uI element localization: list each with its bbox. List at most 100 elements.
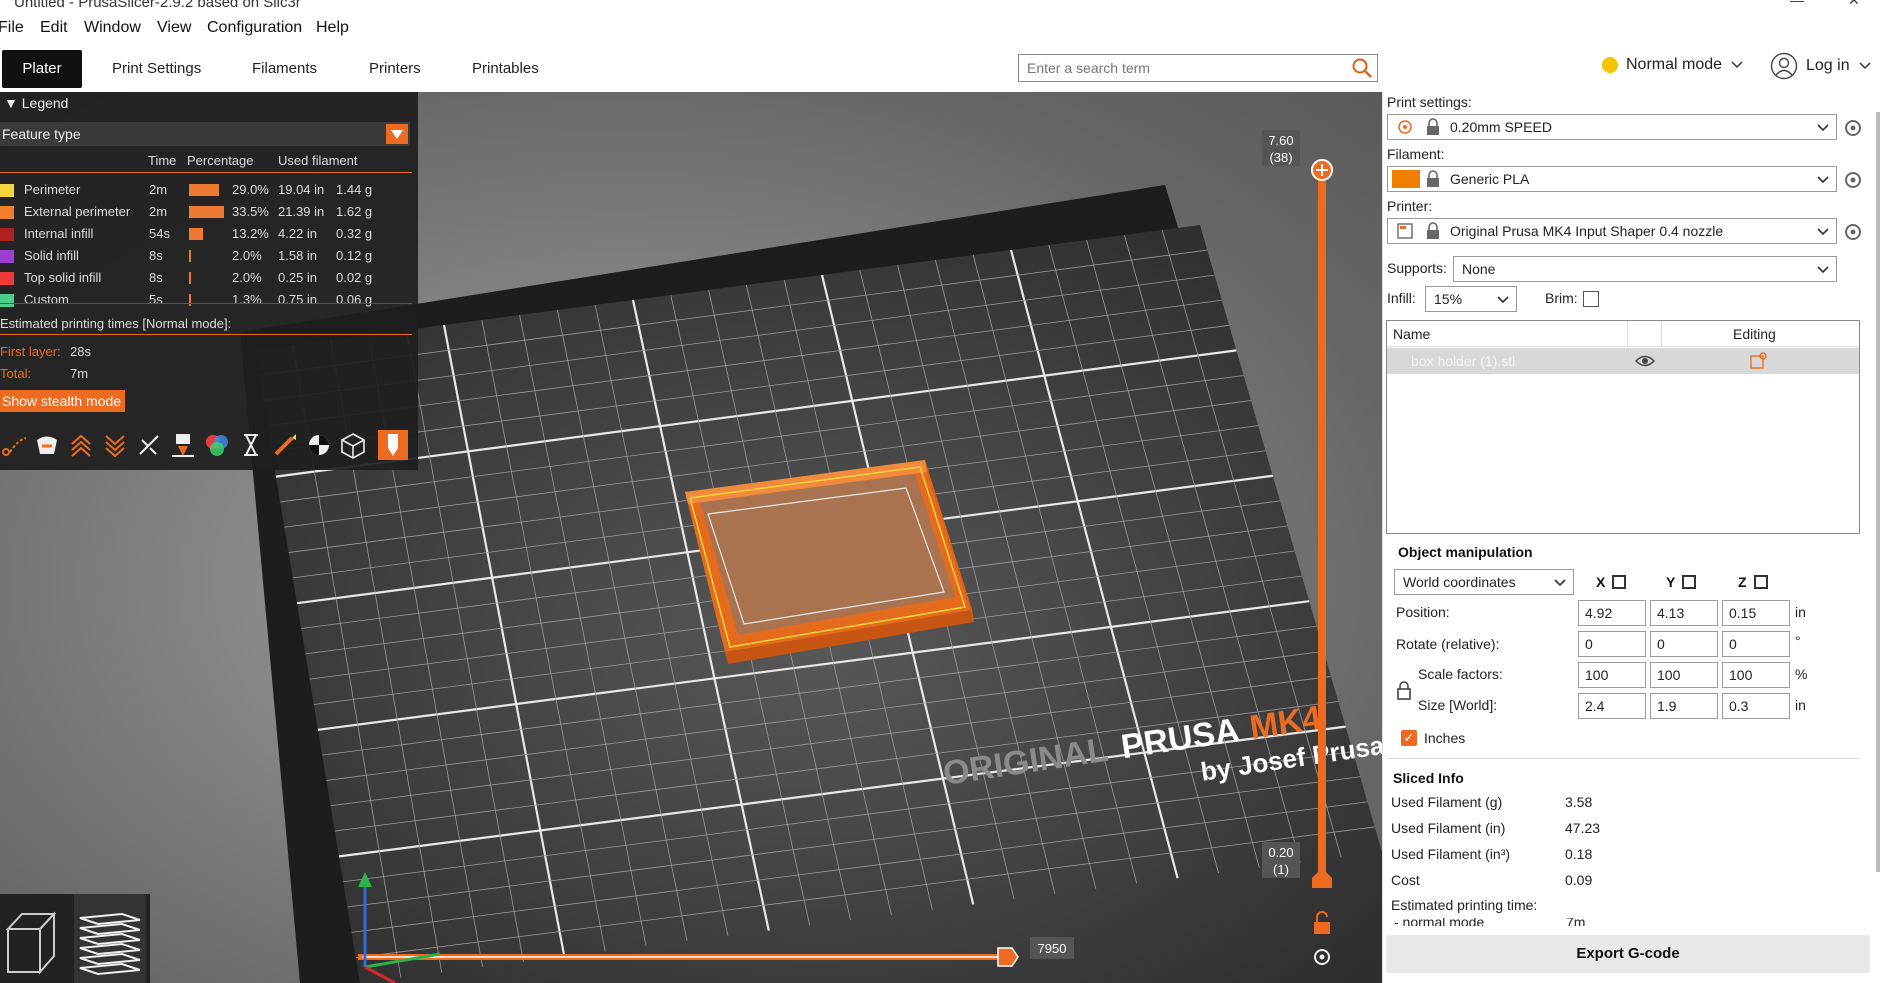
filament-combo[interactable]: Generic PLA (1387, 166, 1837, 192)
infill-combo[interactable]: 15% (1425, 286, 1517, 312)
size-unit: in (1795, 697, 1806, 713)
scale-x-input[interactable]: 100 (1578, 662, 1646, 688)
brim-label: Brim: (1545, 290, 1578, 306)
brim-checkbox[interactable] (1583, 291, 1599, 307)
drop-to-bed-y-icon[interactable] (1682, 575, 1696, 589)
print-settings-edit-icon[interactable] (1843, 118, 1863, 138)
shells-icon[interactable] (338, 430, 368, 460)
retractions-icon[interactable] (66, 430, 96, 460)
search-input[interactable] (1019, 55, 1339, 81)
object-row[interactable]: box holder (1).stl (1387, 348, 1859, 374)
legend-row[interactable]: External perimeter 2m 33.5% 21.39 in 1.62 g (0, 202, 412, 222)
legend-length: 0.25 in (278, 270, 318, 285)
size-z-input[interactable]: 0.3 (1722, 693, 1790, 719)
legend-percentage-bar (189, 184, 219, 196)
show-stealth-mode-button[interactable]: Show stealth mode (0, 390, 125, 412)
scale-y-input[interactable]: 100 (1650, 662, 1718, 688)
filament-edit-icon[interactable] (1843, 170, 1863, 190)
tab-print-settings[interactable]: Print Settings (100, 50, 213, 88)
minimize-icon[interactable]: — (1790, 0, 1804, 8)
menu-help[interactable]: Help (316, 19, 349, 37)
color-changes-icon[interactable] (202, 430, 232, 460)
menu-configuration[interactable]: Configuration (207, 19, 302, 37)
tool-changes-icon[interactable] (168, 430, 198, 460)
search-icon[interactable] (1351, 57, 1373, 79)
rotate-x-input[interactable]: 0 (1578, 631, 1646, 657)
menu-edit[interactable]: Edit (40, 19, 68, 37)
legend-color-swatch (0, 228, 14, 241)
deretractions-icon[interactable] (100, 430, 130, 460)
view-type-toggle (0, 894, 150, 983)
printer-label: Printer: (1387, 198, 1433, 214)
legend-row[interactable]: Solid infill 8s 2.0% 1.58 in 0.12 g (0, 246, 412, 266)
center-of-gravity-icon[interactable] (304, 430, 334, 460)
position-z-input[interactable]: 0.15 (1722, 600, 1790, 626)
sliced-info-label: Used Filament (in³) (1391, 846, 1511, 862)
menu-view[interactable]: View (157, 19, 191, 37)
menu-bar: File Edit Window View Configuration Help (0, 16, 1895, 42)
custom-gcodes-icon[interactable] (270, 430, 300, 460)
legend-percentage-bar (189, 294, 191, 306)
print-settings-combo[interactable]: 0.20mm SPEED (1387, 114, 1837, 140)
rotate-z-input[interactable]: 0 (1722, 631, 1790, 657)
3d-view-icon[interactable] (0, 894, 72, 983)
tab-filaments[interactable]: Filaments (240, 50, 329, 88)
legend-feature-name: Top solid infill (24, 270, 102, 285)
inches-checkbox[interactable]: ✓ (1401, 730, 1417, 746)
name-column-header[interactable]: Name (1393, 326, 1430, 342)
export-gcode-button[interactable]: Export G-code (1386, 935, 1870, 973)
size-x-input[interactable]: 2.4 (1578, 693, 1646, 719)
menu-file[interactable]: File (0, 19, 24, 37)
drop-to-bed-x-icon[interactable] (1612, 575, 1626, 589)
legend-row[interactable]: Top solid infill 8s 2.0% 0.25 in 0.02 g (0, 268, 412, 288)
legend-row[interactable]: Custom 5s 1.3% 0.75 in 0.06 g (0, 290, 412, 310)
position-y-input[interactable]: 4.13 (1650, 600, 1718, 626)
preview-layers-icon[interactable] (74, 894, 146, 983)
tool-marker-icon[interactable] (378, 430, 408, 460)
sliced-info-value: 0.18 (1565, 846, 1593, 862)
scale-unit: % (1795, 666, 1808, 682)
tab-printables[interactable]: Printables (460, 50, 551, 88)
close-icon[interactable]: ✕ (1848, 0, 1860, 9)
legend-percentage: 29.0% (232, 182, 269, 197)
pause-prints-icon[interactable] (236, 430, 266, 460)
rotate-y-input[interactable]: 0 (1650, 631, 1718, 657)
editing-column-header[interactable]: Editing (1733, 326, 1776, 342)
legend-percentage: 2.0% (232, 248, 262, 263)
seams-icon[interactable] (134, 430, 164, 460)
tab-printers[interactable]: Printers (357, 50, 433, 88)
object-name: box holder (1).stl (1411, 353, 1516, 369)
scale-lock-icon[interactable] (1396, 680, 1412, 700)
y-axis-label: Y (1666, 574, 1676, 590)
scale-z-input[interactable]: 100 (1722, 662, 1790, 688)
object-manipulation-title: Object manipulation (1398, 544, 1533, 560)
coordinates-combo[interactable]: World coordinates (1394, 569, 1574, 595)
scrollbar-track[interactable] (1876, 112, 1880, 872)
legend-header[interactable]: ▼ Legend (0, 92, 418, 114)
size-y-input[interactable]: 1.9 (1650, 693, 1718, 719)
login-button[interactable]: Log in (1770, 52, 1872, 80)
legend-time: 54s (149, 226, 170, 241)
settings-gear-icon (1398, 120, 1412, 134)
sidebar-scrollbar[interactable] (1870, 92, 1895, 983)
dropdown-arrow-icon[interactable] (386, 124, 408, 144)
drop-to-bed-z-icon[interactable] (1754, 575, 1768, 589)
tab-plater[interactable]: Plater (2, 50, 82, 88)
edit-settings-icon[interactable] (1749, 352, 1767, 370)
legend-color-swatch (0, 206, 14, 219)
printer-combo[interactable]: Original Prusa MK4 Input Shaper 0.4 nozz… (1387, 218, 1837, 244)
filament-color-swatch[interactable] (1392, 170, 1420, 188)
position-x-input[interactable]: 4.92 (1578, 600, 1646, 626)
travel-icon[interactable] (0, 430, 30, 460)
wipe-icon[interactable] (32, 430, 62, 460)
position-label: Position: (1396, 604, 1450, 620)
legend-row[interactable]: Internal infill 54s 13.2% 4.22 in 0.32 g (0, 224, 412, 244)
feature-type-select[interactable]: Feature type (0, 122, 410, 146)
eye-icon[interactable] (1635, 354, 1655, 368)
supports-combo[interactable]: None (1453, 256, 1837, 282)
menu-window[interactable]: Window (84, 19, 141, 37)
col-time: Time (148, 153, 177, 168)
legend-row[interactable]: Perimeter 2m 29.0% 19.04 in 1.44 g (0, 180, 412, 200)
mode-selector[interactable]: Normal mode (1602, 56, 1744, 74)
printer-edit-icon[interactable] (1843, 222, 1863, 242)
